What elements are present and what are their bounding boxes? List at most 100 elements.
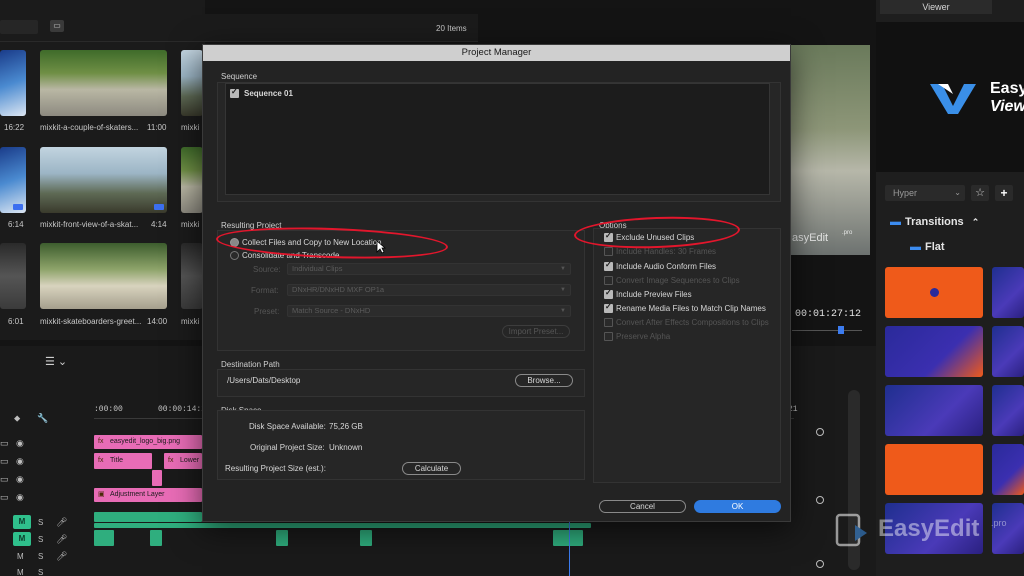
track-mute-button[interactable]: M	[13, 532, 31, 546]
transition-tile[interactable]	[992, 385, 1024, 436]
zoom-handle-icon[interactable]	[816, 560, 824, 568]
track-solo-button[interactable]: S	[38, 552, 43, 561]
transitions-section[interactable]: ▬ Transitions ⌃	[890, 216, 979, 228]
convert-after-effects-checkbox[interactable]	[604, 318, 613, 327]
flat-folder[interactable]: ▬ Flat	[910, 241, 945, 253]
timeline-clip-logo[interactable]: fx easyedit_logo_big.png	[94, 435, 202, 449]
rename-media-files-checkbox[interactable]	[604, 302, 613, 313]
transition-tile[interactable]	[885, 444, 983, 495]
media-thumbnail[interactable]	[40, 243, 167, 309]
cancel-button[interactable]: Cancel	[599, 500, 686, 513]
zoom-handle-icon[interactable]	[816, 496, 824, 504]
timeline-playhead[interactable]	[569, 520, 570, 576]
import-preset-button[interactable]: Import Preset...	[502, 325, 570, 338]
track-mute-button[interactable]: M	[17, 568, 24, 576]
track-solo-button[interactable]: S	[38, 568, 43, 576]
transition-tile[interactable]	[885, 267, 983, 318]
track-lock-icon[interactable]: ▭	[0, 474, 9, 485]
transition-tile[interactable]	[885, 326, 983, 377]
preset-dropdown[interactable]: Match Source - DNxHD ▼	[287, 305, 571, 317]
transition-tile[interactable]	[992, 267, 1024, 318]
add-icon[interactable]: +	[995, 185, 1013, 201]
track-lock-icon[interactable]: ▭	[0, 456, 9, 467]
media-thumbnail[interactable]	[40, 147, 167, 213]
wrench-icon[interactable]: 🔧	[37, 413, 48, 424]
media-thumbnail[interactable]	[181, 147, 203, 213]
sequence-list[interactable]	[225, 83, 770, 195]
timeline-audio-clip[interactable]	[94, 530, 114, 546]
flat-folder-label: Flat	[925, 241, 945, 253]
transition-tile[interactable]	[992, 326, 1024, 377]
timeline-audio-clip[interactable]	[553, 530, 583, 546]
track-solo-button[interactable]: S	[38, 518, 43, 527]
dialog-title[interactable]: Project Manager	[203, 45, 790, 61]
media-search-input[interactable]	[0, 20, 38, 34]
timeline-clip-title[interactable]: fx Title	[94, 453, 152, 469]
track-lock-icon[interactable]: ▭	[0, 492, 9, 503]
folder-icon: ▬	[910, 241, 921, 253]
program-playhead[interactable]	[838, 326, 844, 334]
media-thumbnail[interactable]	[0, 243, 26, 309]
tab-viewer[interactable]: Viewer	[880, 0, 992, 14]
browse-button[interactable]: Browse...	[515, 374, 573, 387]
easyedit-logo-icon	[930, 84, 976, 114]
eye-icon[interactable]: ◉	[16, 474, 24, 485]
transition-tile[interactable]	[992, 503, 1024, 554]
favorite-star-icon[interactable]: ☆	[971, 185, 989, 201]
track-lock-icon[interactable]: ▭	[0, 438, 9, 449]
transition-tile[interactable]	[885, 385, 983, 436]
timeline-audio-clip[interactable]	[360, 530, 372, 546]
clip-label: Title	[110, 457, 123, 464]
preserve-alpha-checkbox[interactable]	[604, 332, 613, 341]
mic-icon[interactable]: 🎤︎	[56, 517, 67, 528]
monitor-overlay-suffix: .pro	[842, 230, 853, 236]
new-bin-icon[interactable]: ▭	[50, 20, 64, 32]
program-timecode[interactable]: 00:01:27:12	[795, 309, 861, 320]
timeline-audio-clip[interactable]	[276, 530, 288, 546]
timeline-clip-lower[interactable]: fx Lower	[164, 453, 202, 469]
mic-icon[interactable]: 🎤︎	[56, 551, 67, 562]
track-mute-button[interactable]: M	[17, 552, 24, 561]
zoom-handle-icon[interactable]	[816, 428, 824, 436]
timeline-audio-clip[interactable]	[150, 530, 162, 546]
include-preview-files-checkbox[interactable]	[604, 288, 613, 299]
thumbnail-duration: 4:14	[151, 220, 167, 229]
eye-icon[interactable]: ◉	[16, 492, 24, 503]
ok-button[interactable]: OK	[694, 500, 781, 513]
watermark-logo-icon	[835, 513, 867, 547]
include-handles-label: Include Handles: 30 Frames	[616, 247, 717, 256]
preset-dropdown[interactable]: Hyper ⌄	[885, 185, 965, 201]
timeline-menu-icon[interactable]: ☰ ⌄	[45, 355, 67, 368]
timeline-clip-adjustment[interactable]: ▣ Adjustment Layer	[94, 488, 202, 502]
timeline-audio-clip[interactable]	[94, 523, 591, 528]
eye-icon[interactable]: ◉	[16, 438, 24, 449]
media-thumbnail[interactable]	[0, 50, 26, 116]
destination-path-value[interactable]: /Users/Dats/Desktop	[227, 376, 300, 385]
disk-space-available-value: 75,26 GB	[329, 422, 363, 431]
media-thumbnail[interactable]	[181, 50, 203, 116]
project-manager-dialog: Project Manager Sequence Sequence 01 Res…	[202, 44, 791, 522]
mic-icon[interactable]: 🎤︎	[56, 534, 67, 545]
resulting-size-label: Resulting Project Size (est.):	[225, 464, 326, 473]
marker-icon[interactable]: ⬥	[14, 413, 20, 424]
media-thumbnail[interactable]	[40, 50, 167, 116]
program-scrub-bar[interactable]	[792, 330, 862, 331]
eye-icon[interactable]: ◉	[16, 456, 24, 467]
sequence-checkbox[interactable]	[230, 87, 239, 98]
chevron-up-icon: ⌃	[971, 217, 980, 227]
source-dropdown[interactable]: Individual Clips ▼	[287, 263, 571, 275]
calculate-button[interactable]: Calculate	[402, 462, 461, 475]
media-thumbnail[interactable]	[181, 243, 203, 309]
include-handles-checkbox[interactable]	[604, 247, 613, 256]
track-solo-button[interactable]: S	[38, 535, 43, 544]
sequence-label: Sequence 01	[244, 89, 293, 98]
track-mute-button[interactable]: M	[13, 515, 31, 529]
include-audio-conform-checkbox[interactable]	[604, 260, 613, 271]
transition-tile[interactable]	[992, 444, 1024, 495]
timeline-video-clip[interactable]	[94, 512, 202, 522]
timeline-clip[interactable]	[152, 470, 162, 486]
format-dropdown[interactable]: DNxHR/DNxHD MXF OP1a ▼	[287, 284, 571, 296]
media-thumbnail[interactable]	[0, 147, 26, 213]
consolidate-radio[interactable]	[230, 251, 239, 260]
convert-image-sequences-checkbox[interactable]	[604, 276, 613, 285]
